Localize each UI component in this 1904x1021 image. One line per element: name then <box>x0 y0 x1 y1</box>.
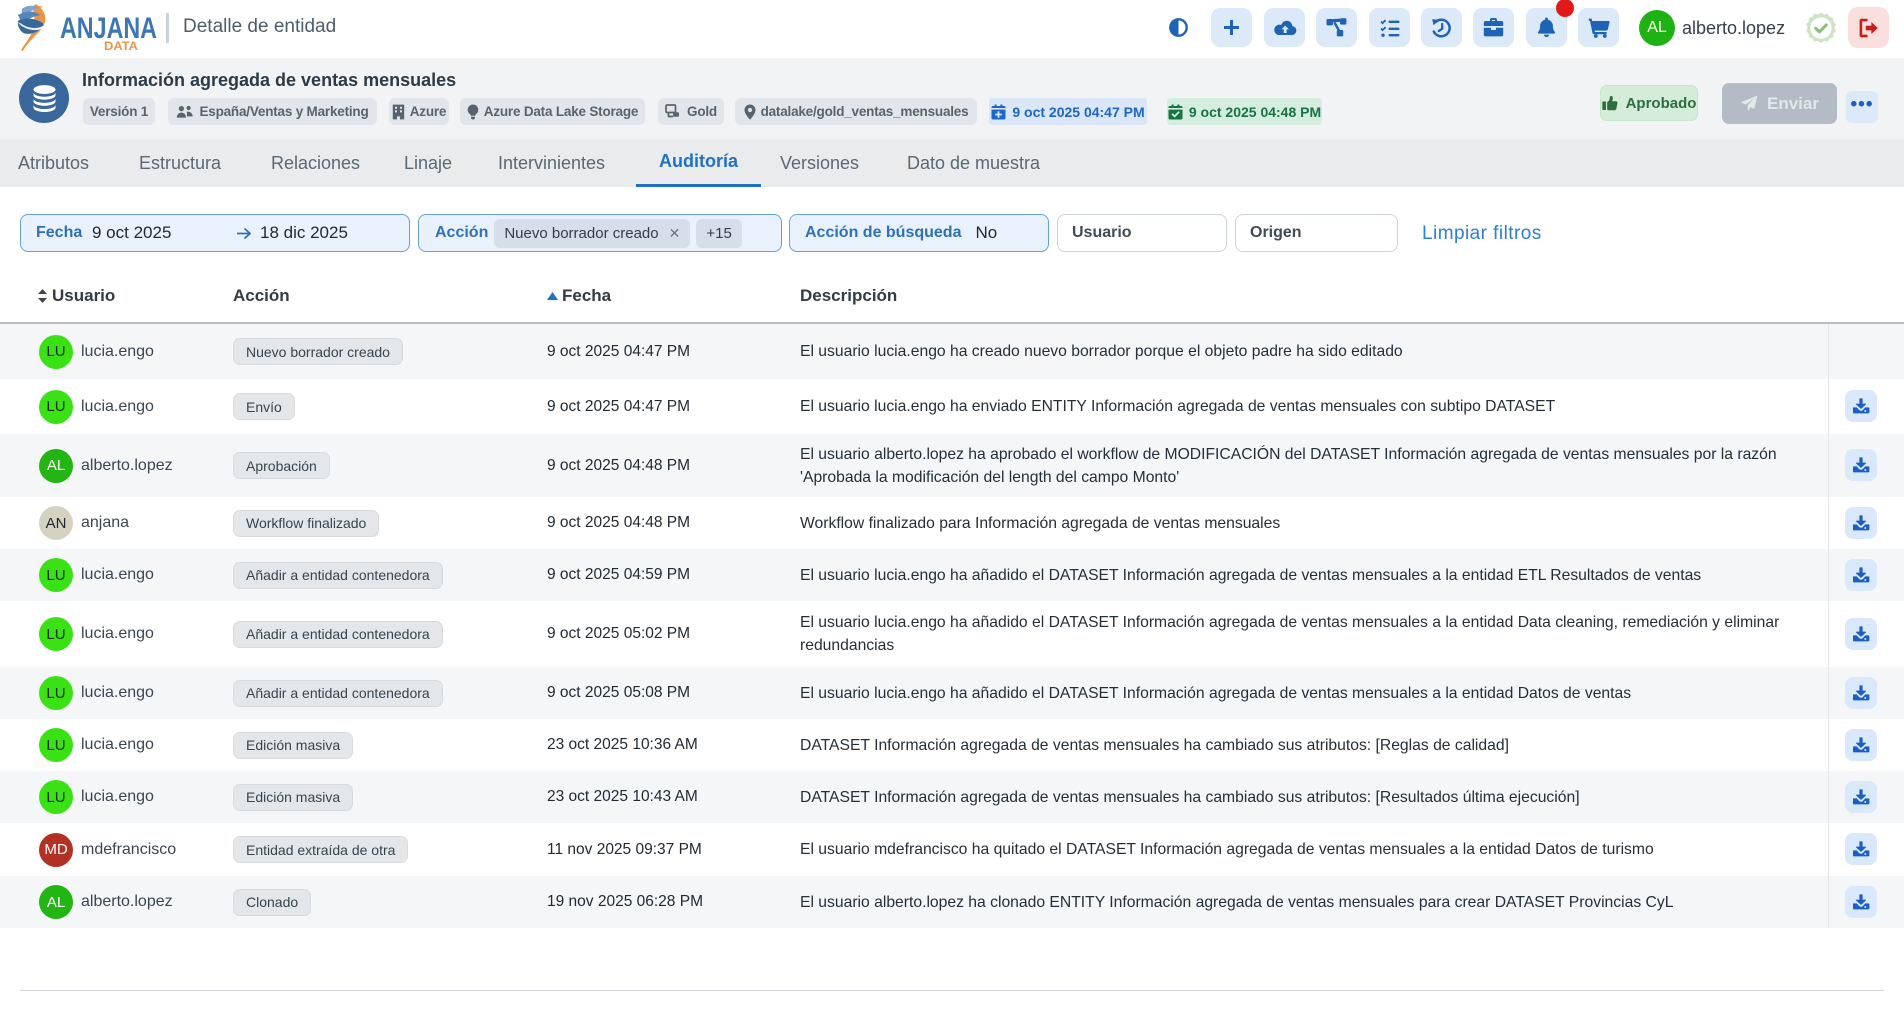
svg-text:DATA: DATA <box>104 39 138 53</box>
